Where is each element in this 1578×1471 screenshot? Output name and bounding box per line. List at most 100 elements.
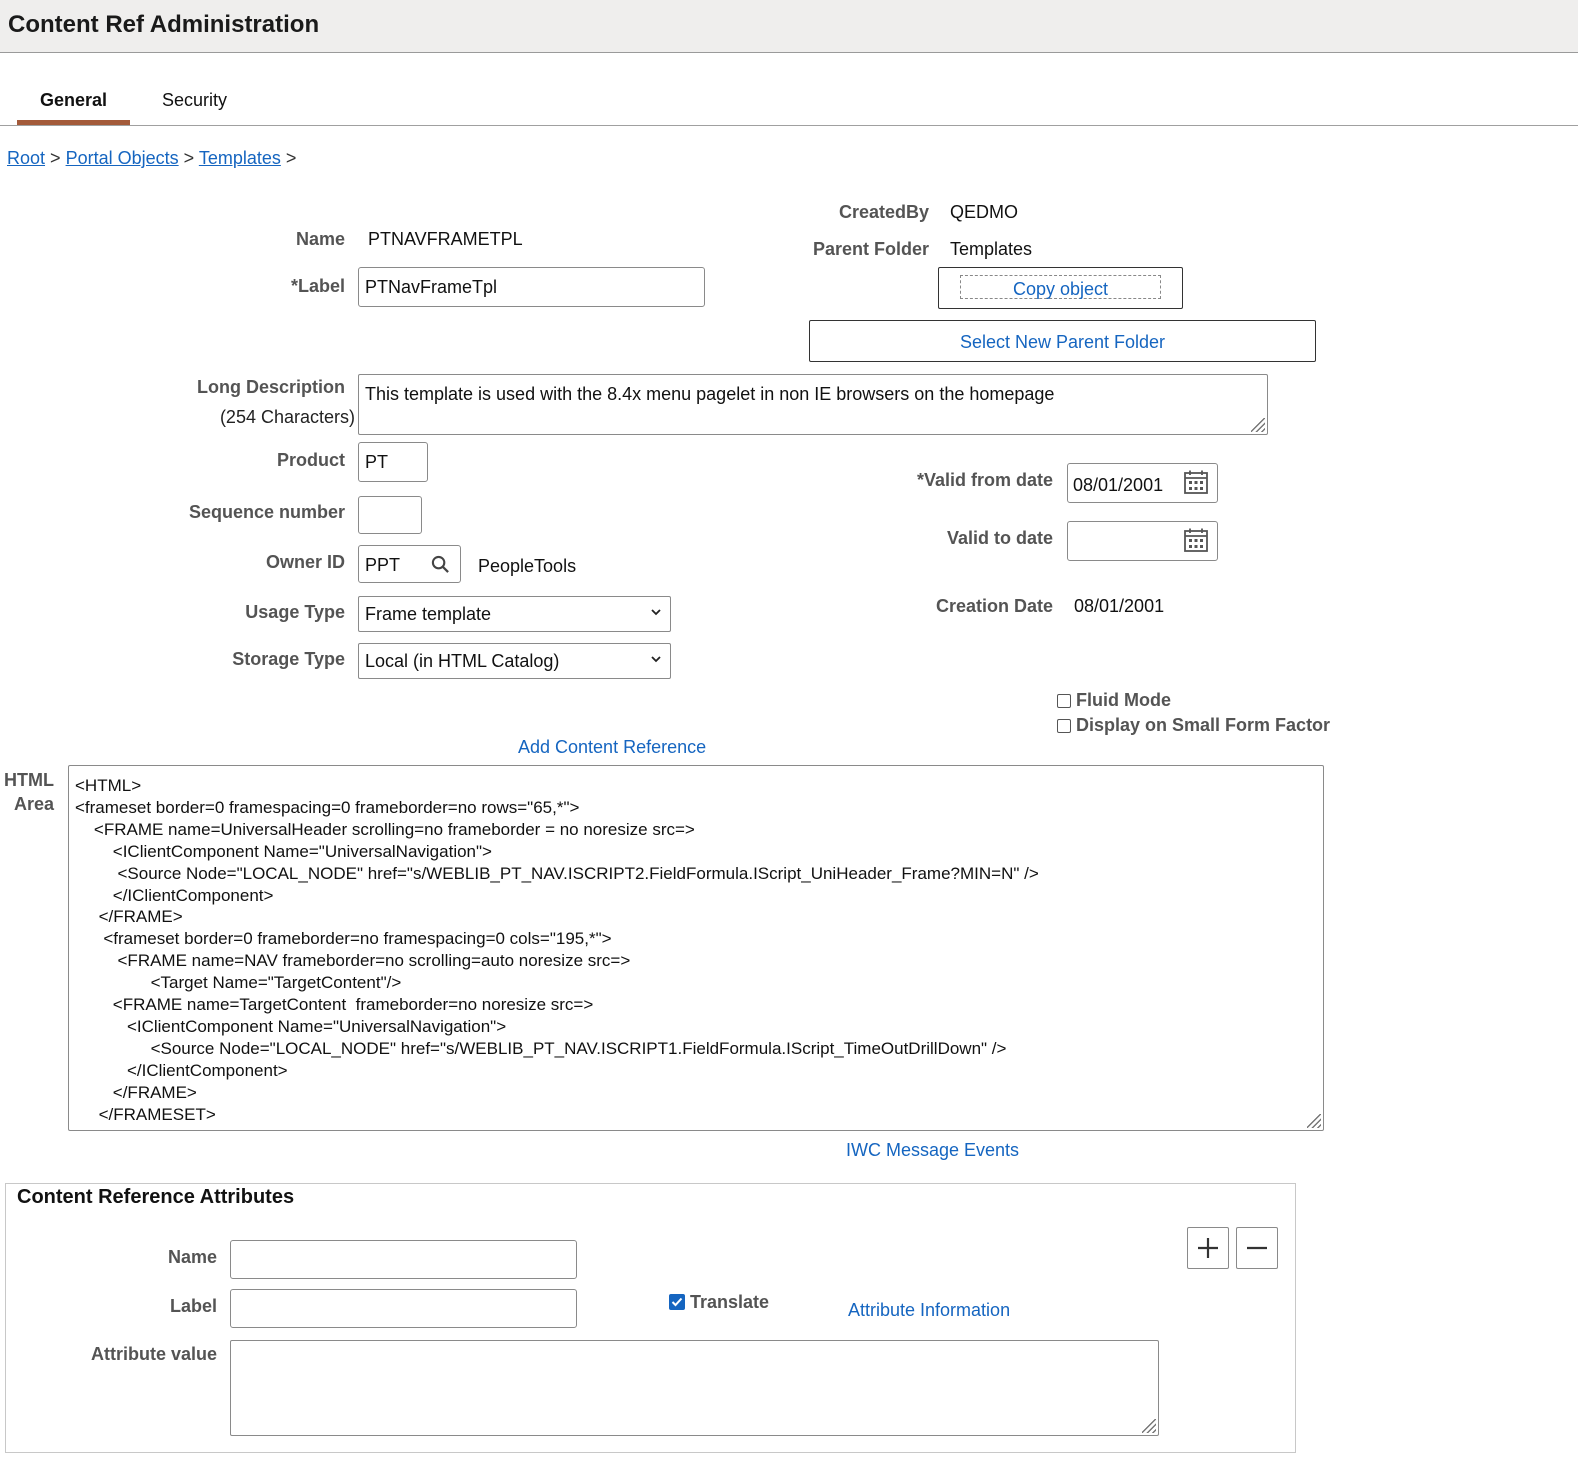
breadcrumb-separator: > bbox=[50, 148, 61, 168]
chevron-down-icon bbox=[651, 656, 661, 663]
add-row-button[interactable] bbox=[1187, 1227, 1229, 1269]
copy-object-label: Copy object bbox=[1012, 279, 1109, 299]
storage-type-select[interactable]: Local (in HTML Catalog) bbox=[358, 643, 671, 679]
html-area-label-line1: HTML bbox=[4, 770, 54, 790]
breadcrumb-portal-objects[interactable]: Portal Objects bbox=[66, 148, 179, 168]
html-code-line: </FRAMESET> bbox=[75, 1104, 216, 1124]
breadcrumb: Root > Portal Objects > Templates > bbox=[7, 148, 296, 169]
html-area-label: HTML Area bbox=[0, 770, 54, 815]
html-code-line: <frameset border=0 framespacing=0 frameb… bbox=[75, 797, 580, 817]
html-code-line: <Source Node="LOCAL_NODE" href="s/WEBLIB… bbox=[75, 1038, 1007, 1058]
html-area-label-line2: Area bbox=[13, 794, 54, 814]
small-form-factor-label: Display on Small Form Factor bbox=[1076, 715, 1331, 735]
owner-id-label: Owner ID bbox=[265, 552, 345, 572]
valid-from-date-field[interactable]: 08/01/2001 bbox=[1067, 463, 1218, 503]
small-form-factor-checkbox[interactable] bbox=[1057, 719, 1071, 733]
html-code-line: <HTML> bbox=[75, 776, 142, 795]
attributes-section-title: Content Reference Attributes bbox=[17, 1186, 295, 1208]
html-code-line: </FRAME> bbox=[75, 1082, 197, 1102]
calendar-icon[interactable] bbox=[1183, 469, 1209, 495]
creation-date-value: 08/01/2001 bbox=[1074, 596, 1165, 616]
select-new-parent-folder-button[interactable]: Select New Parent Folder bbox=[809, 320, 1316, 362]
tab-general[interactable]: General bbox=[40, 90, 107, 111]
parent-folder-value: Templates bbox=[950, 239, 1033, 259]
long-description-limit: (254 Characters) bbox=[219, 407, 355, 427]
storage-type-value: Local (in HTML Catalog) bbox=[365, 651, 560, 671]
translate-label: Translate bbox=[690, 1292, 770, 1312]
html-code-line: <IClientComponent Name="UniversalNavigat… bbox=[75, 841, 492, 861]
breadcrumb-templates[interactable]: Templates bbox=[199, 148, 281, 168]
add-content-reference-link[interactable]: Add Content Reference bbox=[518, 737, 706, 758]
owner-id-value: PPT bbox=[365, 555, 401, 575]
html-code-line: <FRAME name=NAV frameborder=no scrolling… bbox=[75, 951, 631, 971]
product-input[interactable] bbox=[358, 442, 428, 482]
html-code-line: <frameset border=0 frameborder=no frames… bbox=[75, 929, 612, 949]
creation-date-label: Creation Date bbox=[935, 596, 1053, 616]
fluid-mode-label: Fluid Mode bbox=[1076, 690, 1171, 710]
attribute-name-label: Name bbox=[167, 1247, 217, 1267]
storage-type-label: Storage Type bbox=[232, 649, 345, 669]
valid-from-date-value: 08/01/2001 bbox=[1073, 475, 1164, 495]
attribute-label-input[interactable] bbox=[230, 1289, 577, 1328]
chevron-down-icon bbox=[651, 609, 661, 616]
product-label: Product bbox=[276, 450, 345, 470]
tabs-divider bbox=[0, 125, 1578, 126]
calendar-icon[interactable] bbox=[1183, 527, 1209, 553]
sequence-number-input[interactable] bbox=[358, 496, 422, 534]
page-header: Content Ref Administration bbox=[0, 0, 1578, 53]
checkmark-icon bbox=[671, 1297, 683, 1307]
breadcrumb-separator: > bbox=[285, 148, 297, 168]
attribute-value-label: Attribute value bbox=[90, 1344, 217, 1364]
html-code-line: <IClientComponent Name="UniversalNavigat… bbox=[75, 1016, 507, 1036]
minus-icon bbox=[1247, 1246, 1267, 1250]
copy-object-button[interactable]: Copy object bbox=[938, 267, 1183, 309]
html-code-line: <Target Name="TargetContent"/> bbox=[75, 973, 402, 993]
html-code-line: </IClientComponent> bbox=[75, 885, 274, 905]
resize-grip-icon[interactable] bbox=[1307, 1114, 1321, 1128]
fluid-mode-checkbox[interactable] bbox=[1057, 694, 1071, 708]
breadcrumb-root[interactable]: Root bbox=[7, 148, 45, 168]
resize-grip-icon[interactable] bbox=[1251, 418, 1265, 432]
attribute-value-textarea[interactable] bbox=[230, 1340, 1159, 1436]
created-by-label: CreatedBy bbox=[838, 202, 929, 222]
name-value: PTNAVFRAMETPL bbox=[368, 229, 523, 249]
html-code-line: <Source Node="LOCAL_NODE" href="s/WEBLIB… bbox=[75, 863, 1039, 883]
parent-folder-label: Parent Folder bbox=[812, 239, 929, 259]
html-code-line: </IClientComponent> bbox=[75, 1060, 288, 1080]
resize-grip-icon[interactable] bbox=[1142, 1419, 1156, 1433]
html-area-textarea[interactable]: <HTML> <frameset border=0 framespacing=0 … bbox=[68, 765, 1324, 1131]
long-description-text: This template is used with the 8.4x menu… bbox=[365, 384, 1055, 404]
label-field-label: *Label bbox=[290, 276, 345, 296]
attribute-information-link[interactable]: Attribute Information bbox=[848, 1300, 1010, 1321]
label-input[interactable] bbox=[358, 267, 705, 307]
owner-id-field[interactable]: PPT bbox=[358, 545, 461, 583]
attribute-label-label: Label bbox=[169, 1296, 217, 1316]
long-description-textarea[interactable]: This template is used with the 8.4x menu… bbox=[358, 374, 1268, 435]
html-code-line: </FRAME> bbox=[75, 907, 183, 927]
translate-checkbox[interactable] bbox=[669, 1294, 685, 1310]
valid-to-date-label: Valid to date bbox=[946, 528, 1053, 548]
html-code-content: <HTML> <frameset border=0 framespacing=0 … bbox=[75, 775, 1039, 1131]
attribute-name-input[interactable] bbox=[230, 1240, 577, 1279]
name-label: Name bbox=[295, 229, 345, 249]
html-code-line: <FRAME name=TargetContent frameborder=no… bbox=[75, 995, 594, 1015]
html-code-line: </FRAMESET> bbox=[75, 1126, 1039, 1131]
html-code-line: <FRAME name=UniversalHeader scrolling=no… bbox=[75, 819, 695, 839]
plus-icon bbox=[1198, 1238, 1218, 1258]
usage-type-value: Frame template bbox=[365, 604, 492, 624]
owner-description: PeopleTools bbox=[478, 556, 577, 576]
sequence-number-label: Sequence number bbox=[188, 502, 345, 522]
delete-row-button[interactable] bbox=[1236, 1227, 1278, 1269]
breadcrumb-separator: > bbox=[183, 148, 195, 168]
usage-type-select[interactable]: Frame template bbox=[358, 596, 671, 632]
valid-to-date-field[interactable] bbox=[1067, 521, 1218, 561]
created-by-value: QEDMO bbox=[950, 202, 1019, 222]
usage-type-label: Usage Type bbox=[245, 602, 345, 622]
long-description-label: Long Description bbox=[197, 377, 345, 397]
tab-security[interactable]: Security bbox=[162, 90, 227, 111]
select-new-parent-folder-label: Select New Parent Folder bbox=[959, 332, 1166, 352]
page-title: Content Ref Administration bbox=[8, 11, 320, 38]
valid-from-date-label: *Valid from date bbox=[916, 470, 1053, 490]
iwc-message-events-link[interactable]: IWC Message Events bbox=[846, 1140, 1019, 1161]
search-icon[interactable] bbox=[431, 555, 450, 574]
